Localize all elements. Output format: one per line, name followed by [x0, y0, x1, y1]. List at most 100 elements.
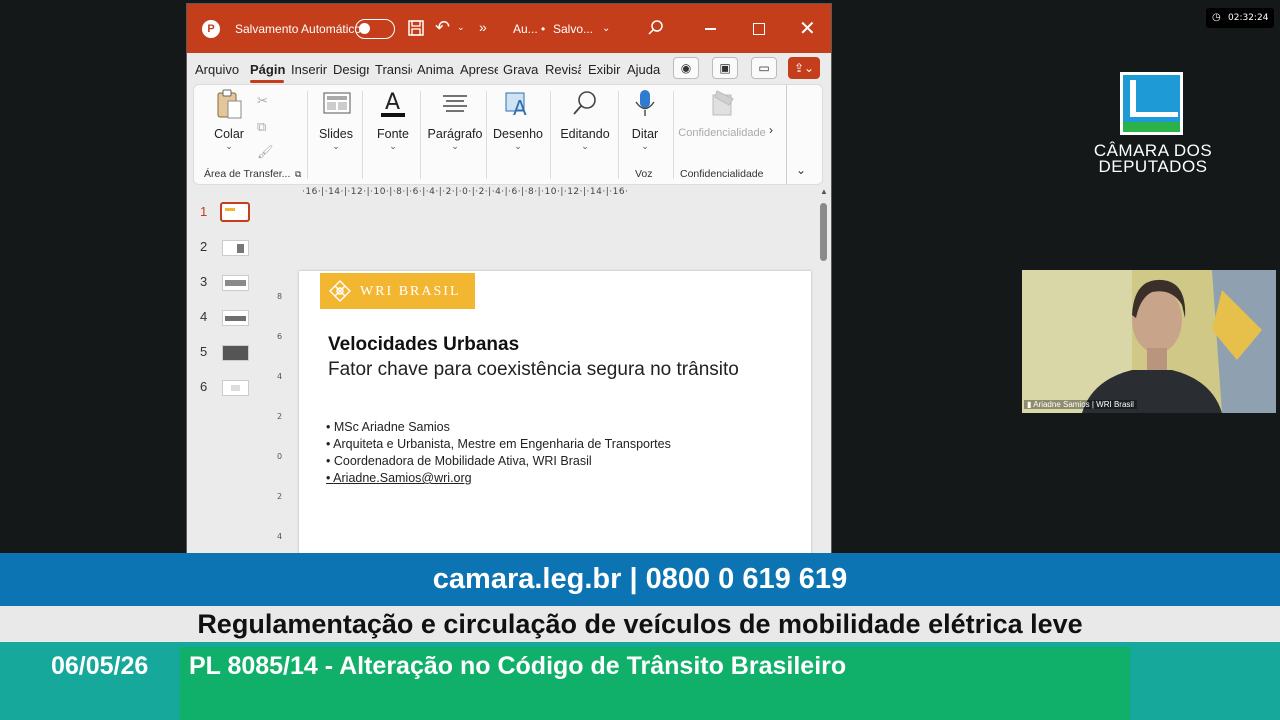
scroll-up-icon[interactable]: ▲ [820, 187, 828, 196]
chevron-down-icon: ⌄ [225, 141, 233, 151]
wri-brasil-logo-text: WRI BRASIL [360, 284, 461, 299]
topic-bar: Regulamentação e circulação de veículos … [0, 606, 1280, 642]
chevron-down-icon[interactable]: ⌄ [602, 23, 610, 34]
comments-button[interactable]: ▭ [751, 57, 777, 79]
font-label: Fonte [377, 127, 409, 141]
signal-icon: ▮ [1027, 400, 1032, 409]
share-button[interactable]: ⇪⌄ [788, 57, 820, 79]
tab-pagina-inicial[interactable]: Página [250, 62, 285, 77]
ruler-tick: 8 [277, 292, 283, 301]
sensitivity-icon [712, 90, 734, 116]
slide-thumbnail-4[interactable] [222, 310, 249, 326]
autosave-label: Salvamento Automático [235, 22, 362, 36]
tab-inserir[interactable]: Inserir [291, 62, 327, 77]
slide-thumbnail-6[interactable] [222, 380, 249, 396]
vertical-scrollbar[interactable]: ▲ [818, 187, 830, 553]
tab-animacoes[interactable]: Anima [417, 62, 454, 77]
camara-name: CÂMARA DOS DEPUTADOS [1090, 142, 1216, 175]
slide-canvas[interactable]: WRI BRASIL Velocidades Urbanas Fator cha… [299, 271, 811, 554]
editing-button[interactable]: Editando ⌄ [554, 87, 616, 152]
dialog-launcher-icon[interactable]: ⧉ [295, 169, 301, 180]
dictate-label: Ditar [631, 127, 659, 141]
slides-icon [323, 92, 351, 114]
font-icon: A [381, 90, 405, 117]
drawing-button[interactable]: A Desenho ⌄ [490, 87, 546, 152]
powerpoint-app-icon: P [202, 20, 220, 38]
undo-dropdown-icon[interactable]: ⌄ [457, 22, 465, 33]
tab-apresentacao[interactable]: Apresenta [460, 62, 498, 77]
ruler-tick: 6 [277, 332, 283, 341]
title-bar: P Salvamento Automático ↶ ⌄ » Au... • Sa… [187, 4, 831, 53]
ruler-tick: 0 [277, 452, 283, 461]
present-button[interactable]: ▣ [712, 57, 738, 79]
ribbon-home: Colar ⌄ ✂ ⧉ 🖌 Área de Transfer... ⧉ Slid… [193, 84, 823, 185]
document-name[interactable]: Au... [513, 22, 538, 36]
cut-icon[interactable]: ✂ [257, 93, 268, 109]
sensitivity-button[interactable]: Confidencialidade [674, 87, 770, 139]
email-link[interactable]: Ariadne.Samios@wri.org [326, 470, 671, 487]
slide-thumbnail-3[interactable] [222, 275, 249, 291]
paragraph-icon [443, 95, 467, 112]
ruler-tick: 4 [277, 532, 283, 541]
date-label: 06/05/26 [51, 652, 149, 680]
ribbon-tabs: Arquivo Página Inserir Design Transiç An… [187, 53, 831, 84]
copy-icon[interactable]: ⧉ [257, 119, 266, 135]
svg-text:A: A [513, 96, 527, 120]
slide-number: 4 [200, 309, 208, 324]
tab-ajuda[interactable]: Ajuda [627, 62, 660, 77]
slide-bullet-list: MSc Ariadne Samios Arquiteta e Urbanista… [326, 419, 671, 487]
clipboard-group-label: Área de Transfer... [204, 168, 291, 180]
save-status[interactable]: Salvo... [553, 22, 593, 36]
sensitivity-label: Confidencialidade [678, 127, 766, 139]
active-tab-indicator [250, 80, 284, 83]
dictate-button[interactable]: Ditar ⌄ [624, 87, 666, 152]
ruler-tick: 2 [277, 492, 283, 501]
slide-thumbnails: 1 2 3 4 5 6 [187, 196, 267, 554]
font-button[interactable]: A Fonte ⌄ [369, 87, 417, 152]
camara-logo [1120, 72, 1183, 135]
clipboard-icon [217, 89, 242, 119]
editing-label: Editando [560, 127, 610, 141]
paragraph-label: Parágrafo [427, 127, 483, 141]
microphone-icon [635, 90, 655, 116]
clock-icon: ◷ [1212, 12, 1221, 23]
clock-time: 02:32:24 [1228, 13, 1269, 23]
paste-button[interactable]: Colar ⌄ [209, 87, 249, 152]
tab-revisao[interactable]: Revisão [545, 62, 581, 77]
format-painter-icon[interactable]: 🖌 [257, 144, 274, 160]
minimize-icon[interactable] [705, 28, 716, 30]
slide-thumbnail-1[interactable] [220, 202, 250, 222]
slide-number: 3 [200, 274, 208, 289]
vertical-ruler: 8 6 4 2 0 2 4 [277, 272, 289, 554]
undo-icon[interactable]: ↶ [435, 17, 450, 38]
slides-button[interactable]: Slides ⌄ [312, 87, 360, 152]
tab-design[interactable]: Design [333, 62, 369, 77]
close-icon[interactable]: ✕ [799, 16, 816, 41]
scrollbar-thumb[interactable] [820, 203, 827, 261]
tab-arquivo[interactable]: Arquivo [195, 62, 239, 77]
ruler-tick: 4 [277, 372, 283, 381]
slide-thumbnail-2[interactable] [222, 240, 249, 256]
slides-label: Slides [318, 127, 354, 141]
collapse-ribbon-icon[interactable]: ⌄ [796, 163, 806, 177]
slide-thumbnail-5[interactable] [222, 345, 249, 361]
tab-transicoes[interactable]: Transiç [375, 62, 412, 77]
chevron-right-icon[interactable]: › [769, 123, 773, 137]
speaker-video: ▮ Ariadne Samios | WRI Brasil [1022, 270, 1276, 413]
search-icon[interactable] [648, 20, 664, 41]
speaker-caption: ▮ Ariadne Samios | WRI Brasil [1024, 400, 1137, 409]
ruler-tick: 2 [277, 412, 283, 421]
powerpoint-window: P Salvamento Automático ↶ ⌄ » Au... • Sa… [186, 3, 832, 555]
tab-gravar[interactable]: Gravar [503, 62, 539, 77]
autosave-toggle[interactable] [355, 19, 395, 39]
svg-text:A: A [385, 90, 400, 115]
list-item: Coordenadora de Mobilidade Ativa, WRI Br… [326, 453, 671, 470]
maximize-icon[interactable] [753, 23, 765, 35]
wri-emblem-icon [329, 280, 351, 302]
paragraph-button[interactable]: Parágrafo ⌄ [424, 87, 486, 152]
speaker-video-frame [1022, 270, 1276, 413]
save-icon[interactable] [407, 19, 425, 42]
more-commands-icon[interactable]: » [479, 19, 487, 35]
tab-exibir[interactable]: Exibir [588, 62, 621, 77]
record-button[interactable]: ◉ [673, 57, 699, 79]
